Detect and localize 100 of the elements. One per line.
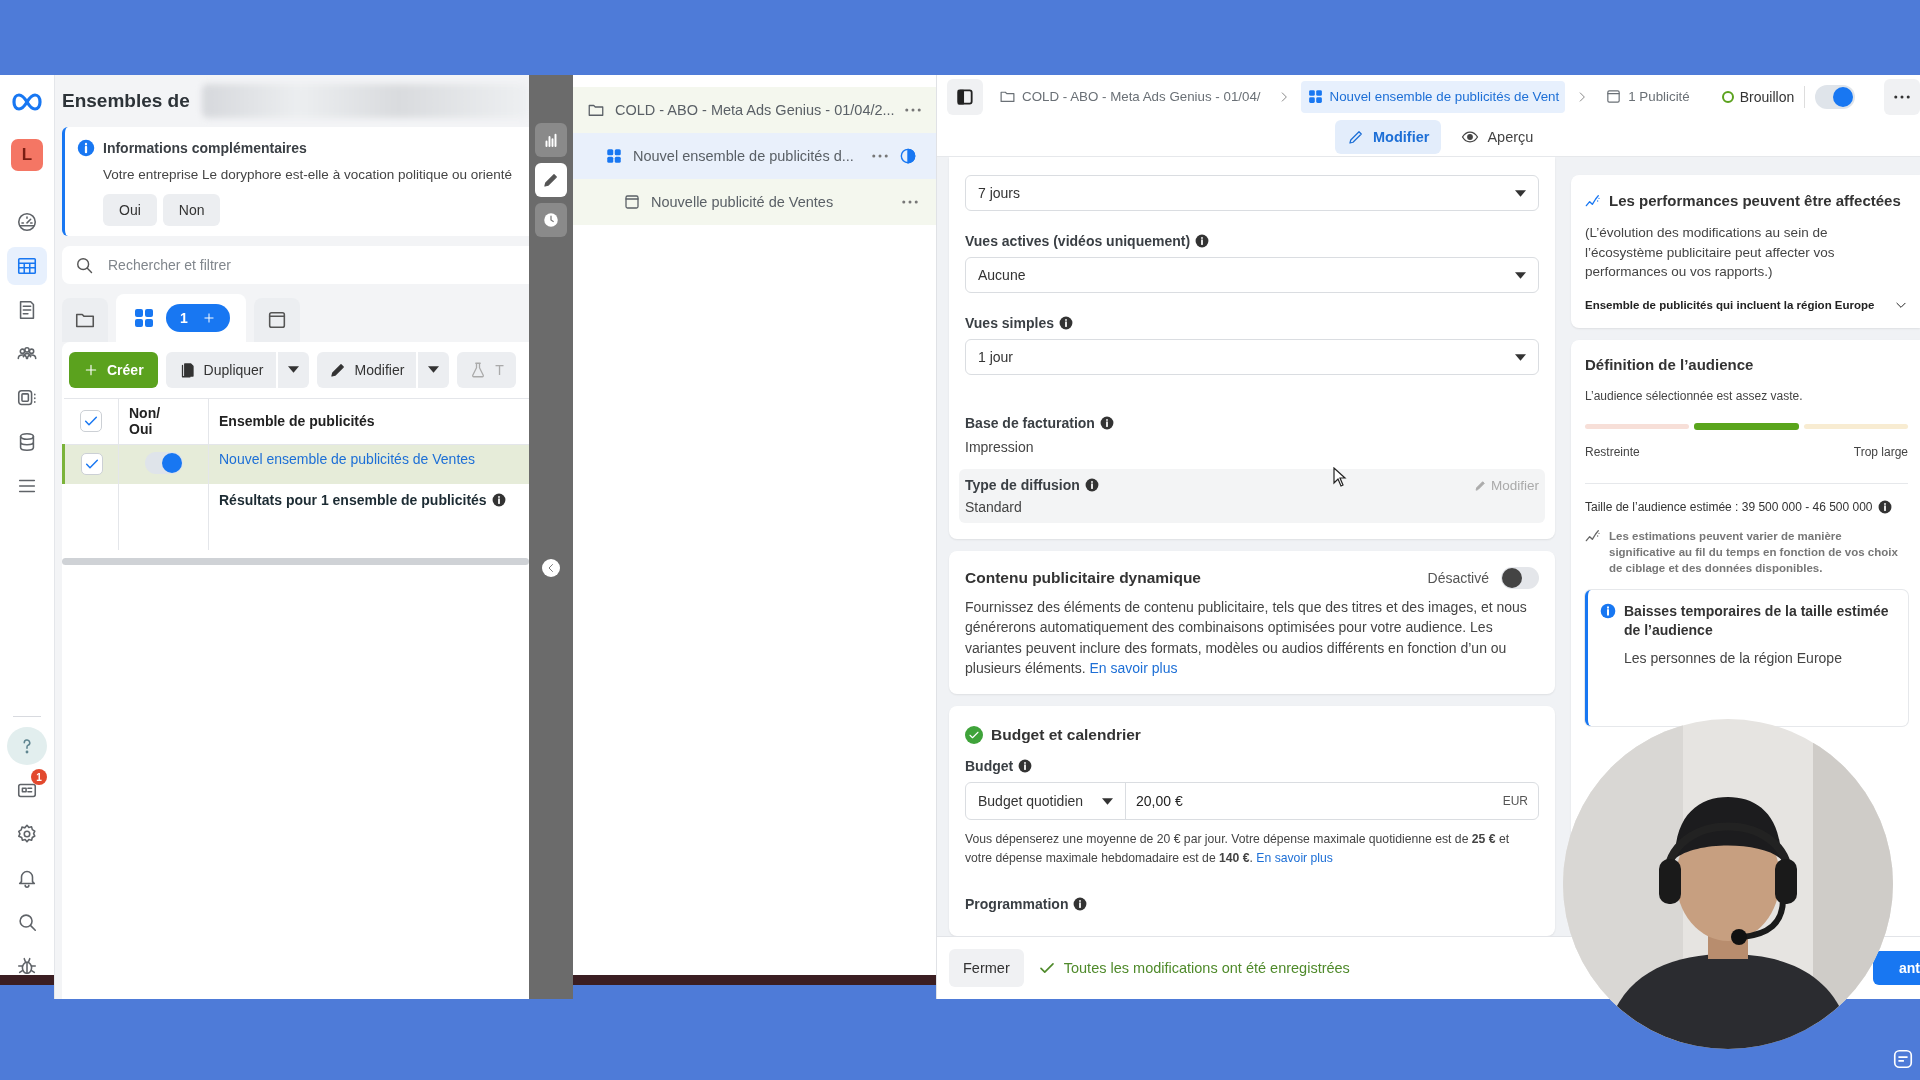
grid-icon (1306, 88, 1324, 105)
gauge-icon (16, 211, 38, 233)
tool-button[interactable] (535, 203, 567, 237)
create-button[interactable]: Créer (69, 351, 158, 388)
tree-item[interactable]: Nouvelle publicité de Ventes (573, 179, 936, 225)
plus-icon (201, 310, 216, 325)
pencil-icon (1474, 478, 1487, 492)
infinity-logo-icon (12, 93, 42, 111)
learn-more-link[interactable]: En savoir plus (1256, 851, 1333, 866)
alert-text: Les personnes de la région Europe (1624, 650, 1843, 666)
info-icon (1084, 478, 1099, 492)
bug-icon (16, 955, 38, 977)
audience-summary: L’audience sélectionnée est assez vaste. (1585, 388, 1804, 403)
field-label: Vues actives (vidéos uniquement) (965, 233, 1191, 249)
dropdown[interactable]: 7 jours (965, 175, 1539, 211)
clock-icon (542, 211, 560, 229)
status-ring-icon (1721, 90, 1734, 103)
field-label: Vues simples (965, 315, 1054, 331)
saved-message: Toutes les modifications ont été enregistrées (1063, 960, 1350, 976)
caret-icon (428, 366, 440, 374)
audience-size: Taille de l’audience estimée : 39 500 000 - 46 500 000 (1585, 499, 1873, 514)
pencil-icon (542, 171, 560, 189)
card-title: Contenu publicitaire dynamique (965, 569, 1201, 587)
sidebar-icon (955, 86, 975, 107)
toggle-switch[interactable] (1815, 84, 1856, 109)
breadcrumb[interactable]: Nouvel ensemble de publicités de Vent (1300, 80, 1566, 113)
breadcrumb[interactable]: COLD - ABO - Meta Ads Genius - 01/04/ (993, 80, 1267, 113)
field-label: Type de diffusion (965, 477, 1080, 493)
panel-title: Ensembles de (62, 90, 190, 112)
answer-button[interactable]: Non (162, 193, 221, 226)
info-icon (491, 493, 506, 508)
next-button[interactable]: ant (1873, 951, 1920, 985)
captions-icon (1892, 1048, 1914, 1070)
field-value: Standard (965, 499, 1023, 515)
grid-icon (605, 147, 623, 165)
answer-button[interactable]: Oui (103, 193, 157, 226)
toggle-label: Désactivé (1427, 570, 1489, 586)
budget-note: Vous dépenserez une moyenne de 20 € par jour. Votre dépense maximale quotidienne est de 25 € et votre dépense maximale hebdomadaire est de 140 €. En savoir plus (965, 831, 1511, 868)
edit-button[interactable]: Modifier (316, 351, 417, 388)
info-icon (1195, 234, 1210, 248)
table-icon (16, 255, 38, 277)
view-tab[interactable] (253, 297, 300, 342)
card-text: (L’évolution des modifications au sein de l’écosystème publicitaire peut affecter vos performances ou vos rapports.) (1585, 224, 1836, 282)
collapse-button[interactable] (542, 559, 560, 577)
close-button[interactable]: Fermer (949, 949, 1024, 987)
window-icon (1605, 88, 1623, 105)
card-title: Définition de l’audience (1585, 355, 1755, 373)
more-icon (872, 154, 888, 158)
search-field[interactable]: Rechercher et filtrer (62, 245, 529, 284)
breadcrumb[interactable]: 1 Publicité (1599, 80, 1696, 113)
mode-tab[interactable]: Aperçu (1449, 120, 1546, 154)
tree-item[interactable]: Nouvel ensemble de publicités d... (573, 133, 936, 179)
field-label: Base de facturation (965, 415, 1095, 431)
card-title: Budget et calendrier (991, 726, 1141, 745)
more-icon (1894, 94, 1910, 99)
window-icon (623, 193, 641, 211)
mode-tab[interactable]: Modifier (1335, 120, 1442, 154)
view-tab[interactable]: 1 (116, 293, 246, 342)
view-tab[interactable] (62, 297, 108, 342)
duplicate-button[interactable]: Dupliquer (165, 351, 276, 388)
scrollbar[interactable] (62, 558, 529, 566)
field-label: Budget (965, 758, 1014, 775)
info-icon (1600, 603, 1616, 620)
scale-label: Restreinte (1585, 444, 1640, 459)
settings-icon (16, 823, 38, 845)
pencil-icon (1347, 128, 1365, 146)
tool-button[interactable] (535, 123, 567, 157)
notification-badge: 1 (31, 769, 47, 785)
caret-icon (287, 366, 299, 374)
trend-icon (1585, 527, 1601, 544)
dropdown[interactable]: 1 jour (965, 339, 1539, 375)
dropdown[interactable]: Aucune (965, 257, 1539, 293)
info-icon (77, 139, 95, 157)
search-icon (16, 911, 38, 933)
toggle-switch[interactable] (1501, 567, 1539, 589)
caret-icon (1515, 189, 1526, 197)
checkbox[interactable] (79, 410, 102, 433)
notice-text: Votre entreprise Le doryphore est-elle à vocation politique ou orienté (103, 166, 513, 184)
scale-label: Trop large (1853, 444, 1908, 459)
tool-button[interactable] (535, 163, 567, 197)
expander[interactable]: Ensemble de publicités qui incluent la région Europe (1585, 297, 1908, 312)
field-label: Programmation (965, 896, 1069, 912)
learn-more-link[interactable]: En savoir plus (1089, 659, 1178, 676)
tree-item[interactable]: COLD - ABO - Meta Ads Genius - 01/04/2... (573, 87, 936, 133)
sidebar-toggle-button[interactable] (947, 78, 983, 115)
caret-icon (1515, 271, 1526, 279)
dropdown-button[interactable] (418, 351, 450, 388)
info-icon (1099, 416, 1114, 430)
toggle-switch[interactable] (144, 451, 183, 474)
dropdown-button[interactable] (277, 351, 309, 388)
description-text: Fournissez des éléments de contenu publicitaire, tels que des titres et des images, et nous générerons automatiquement des combinaisons optimisées pour votre audience. Les variantes peuvent inclure des formats, modèles ou audios différents en fonction d’un ou plusieurs éléments. En savoir plus (965, 598, 1528, 678)
estimate-note: Les estimations peuvent varier de manière significative au fil du temps en fonction de vos choix de ciblage et des données disponibles. (1609, 528, 1899, 577)
column-header: Non/ Oui (129, 404, 162, 438)
info-icon (1877, 499, 1892, 514)
nav-button[interactable]: 1 (7, 771, 47, 809)
account-avatar[interactable]: L (11, 139, 43, 171)
checkbox[interactable] (80, 453, 103, 476)
caret-icon (1515, 353, 1526, 361)
selection-chip[interactable]: 1 (166, 303, 230, 332)
alert-title: Baisses temporaires de la taille estimée de l’audience (1624, 602, 1890, 640)
